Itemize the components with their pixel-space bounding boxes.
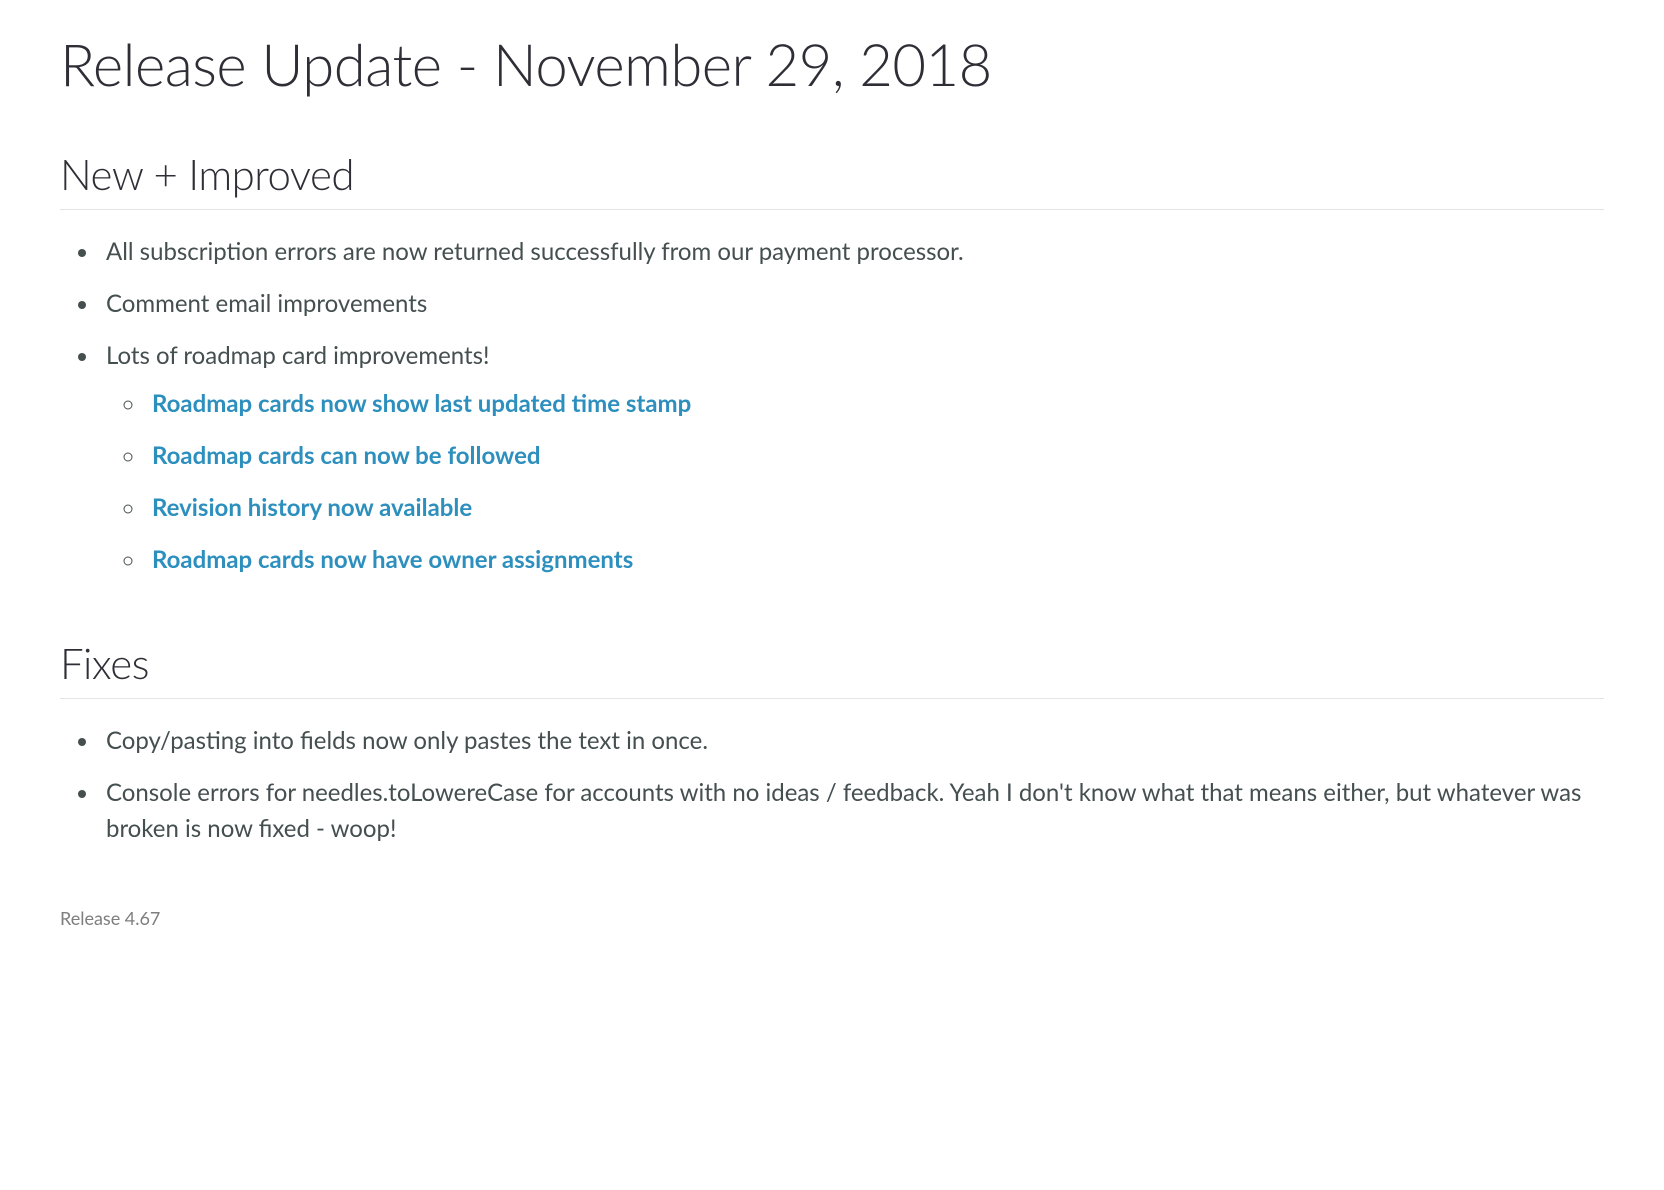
roadmap-follow-link[interactable]: Roadmap cards can now be followed	[152, 441, 541, 470]
list-item: Console errors for needles.toLowereCase …	[100, 775, 1604, 847]
list-item: Lots of roadmap card improvements! Roadm…	[100, 338, 1604, 578]
section-new-improved: New + Improved All subscription errors a…	[60, 149, 1604, 578]
release-version: Release 4.67	[60, 907, 1604, 929]
list-item: Roadmap cards can now be followed	[146, 438, 1604, 474]
new-list: All subscription errors are now returned…	[60, 234, 1604, 578]
revision-history-link[interactable]: Revision history now available	[152, 493, 472, 522]
section-heading-new: New + Improved	[60, 149, 1604, 210]
roadmap-timestamp-link[interactable]: Roadmap cards now show last updated time…	[152, 389, 691, 418]
list-item-text: Lots of roadmap card improvements!	[106, 341, 489, 370]
list-item: All subscription errors are now returned…	[100, 234, 1604, 270]
roadmap-owner-link[interactable]: Roadmap cards now have owner assignments	[152, 545, 633, 574]
sublink-list: Roadmap cards now show last updated time…	[106, 386, 1604, 578]
list-item: Roadmap cards now have owner assignments	[146, 542, 1604, 578]
list-item: Comment email improvements	[100, 286, 1604, 322]
list-item: Copy/pasting into fields now only pastes…	[100, 723, 1604, 759]
fixes-list: Copy/pasting into fields now only pastes…	[60, 723, 1604, 847]
section-fixes: Fixes Copy/pasting into fields now only …	[60, 638, 1604, 847]
page-title: Release Update - November 29, 2018	[60, 30, 1604, 99]
list-item: Revision history now available	[146, 490, 1604, 526]
section-heading-fixes: Fixes	[60, 638, 1604, 699]
list-item: Roadmap cards now show last updated time…	[146, 386, 1604, 422]
